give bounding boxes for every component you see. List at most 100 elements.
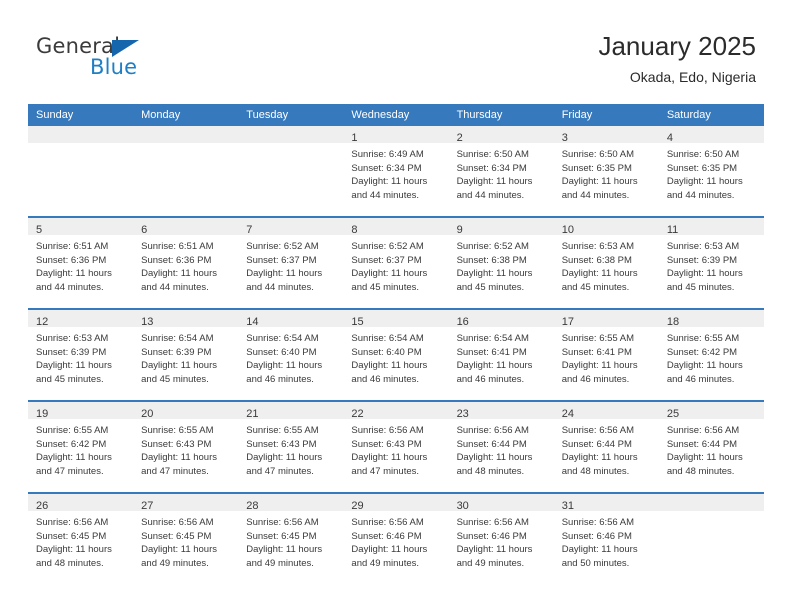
day-number-band: 9 <box>448 218 554 236</box>
day-number: 18 <box>666 316 680 328</box>
day-number: 30 <box>456 500 469 512</box>
sunrise-text: Sunrise: 6:51 AM <box>141 241 214 252</box>
calendar-day-cell-empty <box>238 126 344 217</box>
general-blue-logo[interactable]: General Blue <box>36 36 216 88</box>
day-number: 1 <box>351 132 358 144</box>
daylight-text-line1: Daylight: 11 hours <box>666 268 743 279</box>
calendar-day-cell[interactable]: 5 Sunrise: 6:51 AM Sunset: 6:36 PM Daylight… <box>28 216 134 309</box>
calendar-day-cell[interactable]: 26 Sunrise: 6:56 AM Sunset: 6:45 PM Dayligh… <box>28 492 134 584</box>
day-number: 14 <box>246 316 259 328</box>
calendar-day-cell[interactable]: 6 Sunrise: 6:51 AM Sunset: 6:36 PM Daylight… <box>133 216 239 309</box>
daylight-text-line2: and 45 minutes. <box>456 281 525 293</box>
calendar-day-cell[interactable]: 22 Sunrise: 6:56 AM Sunset: 6:43 PM Dayligh… <box>343 400 449 493</box>
day-details: Sunrise: 6:50 AM Sunset: 6:34 PM Daylight:… <box>449 143 554 202</box>
day-number: 17 <box>561 316 574 328</box>
calendar-day-cell[interactable]: 27 Sunrise: 6:56 AM Sunset: 6:45 PM Dayligh… <box>133 492 239 584</box>
day-number: 11 <box>666 224 679 236</box>
calendar-day-cell[interactable]: 28 Sunrise: 6:56 AM Sunset: 6:45 PM Dayligh… <box>238 492 344 584</box>
day-details: Sunrise: 6:56 AM Sunset: 6:43 PM Daylight:… <box>343 419 448 478</box>
weekday-header-saturday: Saturday <box>658 104 764 126</box>
calendar-day-cell[interactable]: 19 Sunrise: 6:55 AM Sunset: 6:42 PM Dayligh… <box>28 400 134 493</box>
day-cell-inner: 9 Sunrise: 6:52 AM Sunset: 6:38 PM Daylight… <box>448 218 554 308</box>
sunset-text: Sunset: 6:42 PM <box>36 438 107 450</box>
day-number: 31 <box>561 500 574 512</box>
calendar-day-cell[interactable]: 7 Sunrise: 6:52 AM Sunset: 6:37 PM Daylight… <box>238 216 344 309</box>
calendar-day-cell[interactable]: 12 Sunrise: 6:53 AM Sunset: 6:39 PM Dayligh… <box>28 308 134 401</box>
sunrise-text: Sunrise: 6:54 AM <box>246 333 319 344</box>
calendar-day-cell-empty <box>133 126 239 217</box>
sunrise-text: Sunrise: 6:52 AM <box>456 241 529 252</box>
day-number-band: 11 <box>658 218 764 236</box>
calendar-day-cell[interactable]: 2 Sunrise: 6:50 AM Sunset: 6:34 PM Daylight… <box>448 126 554 217</box>
day-number: 23 <box>456 408 469 420</box>
daylight-text-line1: Daylight: 11 hours <box>141 452 218 463</box>
page-header: General Blue January 2025 Okada, Edo, Ni… <box>0 0 792 100</box>
calendar-day-cell[interactable]: 9 Sunrise: 6:52 AM Sunset: 6:38 PM Daylight… <box>448 216 554 309</box>
sunset-text: Sunset: 6:44 PM <box>666 438 738 450</box>
calendar-day-cell[interactable]: 4 Sunrise: 6:50 AM Sunset: 6:35 PM Daylight… <box>658 126 764 217</box>
daylight-text-line1: Daylight: 11 hours <box>456 544 533 555</box>
sunset-text: Sunset: 6:43 PM <box>141 438 212 450</box>
day-details: Sunrise: 6:56 AM Sunset: 6:44 PM Daylight:… <box>659 419 764 478</box>
sunrise-text: Sunrise: 6:55 AM <box>141 425 214 436</box>
day-cell-inner: 17 Sunrise: 6:55 AM Sunset: 6:41 PM Dayligh… <box>553 310 659 400</box>
calendar-day-cell[interactable]: 18 Sunrise: 6:55 AM Sunset: 6:42 PM Dayligh… <box>658 308 764 401</box>
calendar-day-cell[interactable]: 3 Sunrise: 6:50 AM Sunset: 6:35 PM Daylight… <box>553 126 659 217</box>
day-number-band: 30 <box>448 494 554 512</box>
calendar-day-cell[interactable]: 30 Sunrise: 6:56 AM Sunset: 6:46 PM Dayligh… <box>448 492 554 584</box>
sunset-text: Sunset: 6:39 PM <box>36 346 107 358</box>
calendar-day-cell[interactable]: 21 Sunrise: 6:55 AM Sunset: 6:43 PM Dayligh… <box>238 400 344 493</box>
calendar-day-cell[interactable]: 11 Sunrise: 6:53 AM Sunset: 6:39 PM Dayligh… <box>658 216 764 309</box>
logo-text-general: General <box>36 34 121 58</box>
day-number-band: 27 <box>133 494 239 512</box>
calendar-day-cell[interactable]: 10 Sunrise: 6:53 AM Sunset: 6:38 PM Dayligh… <box>553 216 659 309</box>
calendar-body: 1 Sunrise: 6:49 AM Sunset: 6:34 PM Daylight… <box>28 126 764 584</box>
calendar-day-cell[interactable]: 31 Sunrise: 6:56 AM Sunset: 6:46 PM Dayligh… <box>553 492 659 584</box>
day-number-band: 17 <box>553 310 659 328</box>
daylight-text-line1: Daylight: 11 hours <box>36 360 112 371</box>
calendar-day-cell[interactable]: 20 Sunrise: 6:55 AM Sunset: 6:43 PM Dayligh… <box>133 400 239 493</box>
sunrise-text: Sunrise: 6:52 AM <box>246 241 319 252</box>
day-details: Sunrise: 6:56 AM Sunset: 6:46 PM Daylight:… <box>449 511 554 570</box>
calendar-day-cell[interactable]: 1 Sunrise: 6:49 AM Sunset: 6:34 PM Daylight… <box>343 126 449 217</box>
calendar-day-cell[interactable]: 29 Sunrise: 6:56 AM Sunset: 6:46 PM Dayligh… <box>343 492 449 584</box>
day-number-band: 29 <box>343 494 449 512</box>
daylight-text-line1: Daylight: 11 hours <box>561 452 638 463</box>
daylight-text-line1: Daylight: 11 hours <box>561 268 638 279</box>
sunset-text: Sunset: 6:43 PM <box>246 438 317 450</box>
daylight-text-line2: and 44 minutes. <box>456 189 525 201</box>
day-details: Sunrise: 6:50 AM Sunset: 6:35 PM Daylight:… <box>659 143 764 202</box>
daylight-text-line1: Daylight: 11 hours <box>456 360 533 371</box>
daylight-text-line1: Daylight: 11 hours <box>141 360 218 371</box>
daylight-text-line1: Daylight: 11 hours <box>36 452 112 463</box>
calendar-day-cell[interactable]: 23 Sunrise: 6:56 AM Sunset: 6:44 PM Dayligh… <box>448 400 554 493</box>
daylight-text-line1: Daylight: 11 hours <box>561 544 638 555</box>
calendar-day-cell[interactable]: 24 Sunrise: 6:56 AM Sunset: 6:44 PM Dayligh… <box>553 400 659 493</box>
day-cell-inner: 1 Sunrise: 6:49 AM Sunset: 6:34 PM Daylight… <box>343 126 449 216</box>
calendar-day-cell[interactable]: 25 Sunrise: 6:56 AM Sunset: 6:44 PM Dayligh… <box>658 400 764 493</box>
calendar-day-cell[interactable]: 13 Sunrise: 6:54 AM Sunset: 6:39 PM Dayligh… <box>133 308 239 401</box>
calendar-day-cell[interactable]: 14 Sunrise: 6:54 AM Sunset: 6:40 PM Dayligh… <box>238 308 344 401</box>
daylight-text-line1: Daylight: 11 hours <box>36 268 112 279</box>
sunrise-text: Sunrise: 6:51 AM <box>36 241 109 252</box>
day-number: 4 <box>666 132 673 144</box>
day-details: Sunrise: 6:53 AM Sunset: 6:38 PM Daylight:… <box>554 235 659 294</box>
day-details: Sunrise: 6:54 AM Sunset: 6:40 PM Daylight:… <box>238 327 343 386</box>
daylight-text-line1: Daylight: 11 hours <box>141 544 218 555</box>
calendar-day-cell[interactable]: 8 Sunrise: 6:52 AM Sunset: 6:37 PM Daylight… <box>343 216 449 309</box>
day-cell-inner: 15 Sunrise: 6:54 AM Sunset: 6:40 PM Dayligh… <box>343 310 449 400</box>
calendar-day-cell[interactable]: 15 Sunrise: 6:54 AM Sunset: 6:40 PM Dayligh… <box>343 308 449 401</box>
day-cell-inner: 19 Sunrise: 6:55 AM Sunset: 6:42 PM Dayligh… <box>28 402 134 492</box>
sunrise-text: Sunrise: 6:56 AM <box>351 425 424 436</box>
day-details: Sunrise: 6:54 AM Sunset: 6:41 PM Daylight:… <box>449 327 554 386</box>
calendar-week-row: 12 Sunrise: 6:53 AM Sunset: 6:39 PM Dayligh… <box>28 308 764 401</box>
day-number: 22 <box>351 408 364 420</box>
daylight-text-line2: and 46 minutes. <box>456 373 525 385</box>
calendar-day-cell[interactable]: 17 Sunrise: 6:55 AM Sunset: 6:41 PM Dayligh… <box>553 308 659 401</box>
day-details: Sunrise: 6:49 AM Sunset: 6:34 PM Daylight:… <box>343 143 448 202</box>
day-number: 25 <box>666 408 680 420</box>
day-number: 5 <box>36 224 43 236</box>
sunset-text: Sunset: 6:44 PM <box>561 438 632 450</box>
sunset-text: Sunset: 6:42 PM <box>666 346 738 358</box>
calendar-day-cell[interactable]: 16 Sunrise: 6:54 AM Sunset: 6:41 PM Dayligh… <box>448 308 554 401</box>
